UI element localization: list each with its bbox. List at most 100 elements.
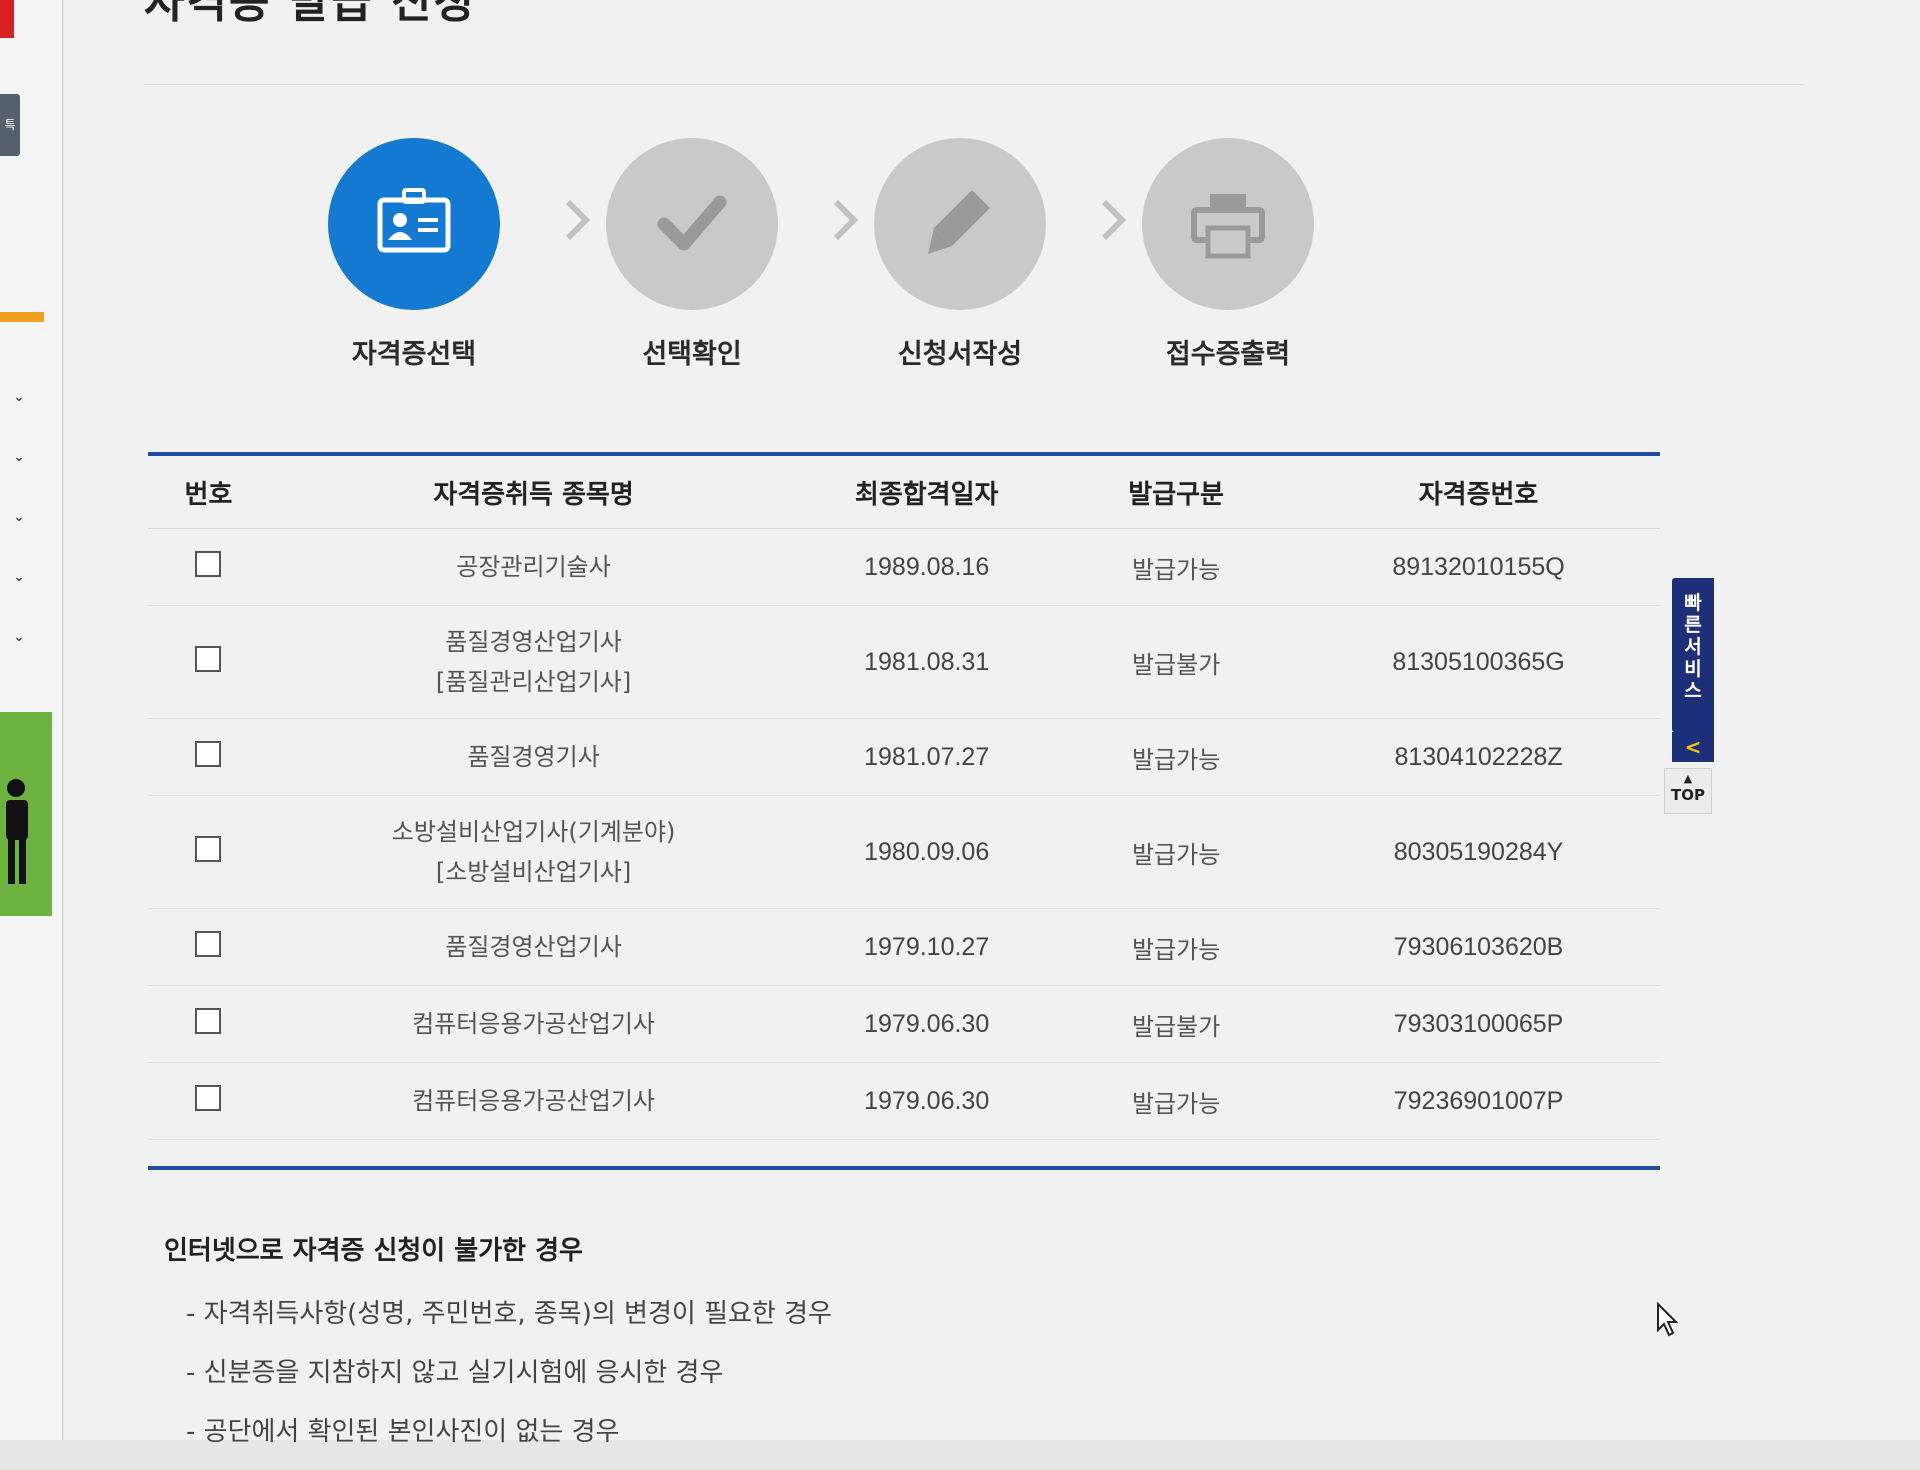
certificate-name-cell: 컴퓨터응용가공산업기사	[268, 985, 799, 1063]
certificate-number: 79236901007P	[1297, 1062, 1660, 1140]
pass-date: 1980.09.06	[798, 795, 1056, 909]
notice-item: - 신분증을 지참하지 않고 실기시험에 응시한 경우	[186, 1358, 724, 1388]
row-checkbox[interactable]	[195, 931, 222, 957]
step-circle	[328, 138, 500, 310]
row-checkbox[interactable]	[195, 836, 222, 862]
table-row: 컴퓨터응용가공산업기사 1979.06.30 발급불가 79303100065P	[148, 985, 1660, 1063]
certificate-number: 79303100065P	[1297, 985, 1660, 1063]
issue-status: 발급가능	[1055, 528, 1298, 606]
sidebar-chevron-down-icon[interactable]: ⌄	[8, 506, 30, 528]
step-print-receipt: 접수증출력	[1128, 138, 1328, 371]
table-row: 품질경영산업기사 [품질관리산업기사] 1981.08.31 발급불가 8130…	[148, 605, 1660, 719]
row-checkbox[interactable]	[195, 1008, 222, 1034]
pass-date: 1979.06.30	[798, 985, 1056, 1063]
quick-service-text: 빠른서비스	[1684, 592, 1702, 702]
step-label: 신청서작성	[897, 339, 1023, 370]
mouse-cursor-icon	[1657, 1302, 1679, 1337]
table-row: 소방설비산업기사(기계분야) [소방설비산업기사] 1980.09.06 발급가…	[148, 795, 1660, 909]
certificate-name: 컴퓨터응용가공산업기사	[412, 1010, 655, 1038]
row-checkbox[interactable]	[195, 1085, 222, 1111]
certificate-name: 품질경영기사	[467, 743, 600, 771]
check-icon	[657, 195, 727, 251]
notice-item: - 공단에서 확인된 본인사진이 없는 경우	[186, 1417, 620, 1447]
table-row: 품질경영기사 1981.07.27 발급가능 81304102228Z	[148, 718, 1660, 796]
sidebar-chevron-down-icon[interactable]: ⌄	[8, 386, 30, 408]
certificate-number: 81304102228Z	[1297, 718, 1660, 796]
certificate-name: 공장관리기술사	[456, 553, 611, 581]
issue-status: 발급불가	[1055, 605, 1298, 719]
certificate-name: 컴퓨터응용가공산업기사	[412, 1087, 655, 1115]
certificate-number: 89132010155Q	[1297, 528, 1660, 606]
page-title: 자격증 발급 신청	[144, 0, 476, 28]
top-label: TOP	[1671, 786, 1705, 804]
certificate-name-alt: [품질관리산업기사]	[435, 668, 632, 696]
certificate-name-cell: 품질경영산업기사 [품질관리산업기사]	[268, 605, 799, 719]
notice-section: 인터넷으로 자격증 신청이 불가한 경우 - 자격취득사항(성명, 주민번호, …	[164, 1230, 1564, 1470]
column-header-date: 최종합격일자	[798, 454, 1056, 529]
step-write-application: 신청서작성	[860, 138, 1060, 371]
sidebar-red-marker	[0, 0, 14, 38]
row-checkbox[interactable]	[195, 551, 222, 577]
certificate-name-alt: [소방설비산업기사]	[435, 858, 632, 886]
table-row: 공장관리기술사 1989.08.16 발급가능 89132010155Q	[148, 528, 1660, 606]
pass-date: 1981.07.27	[798, 718, 1056, 796]
step-arrow-icon	[830, 198, 860, 242]
id-card-icon	[377, 188, 451, 253]
quick-service-panel[interactable]: 빠른서비스	[1672, 578, 1714, 732]
left-sidebar: 특 ⌄ ⌄ ⌄ ⌄ ⌄	[0, 0, 63, 1440]
step-circle	[1142, 138, 1314, 310]
printer-icon	[1191, 194, 1265, 259]
certificate-number: 79306103620B	[1297, 908, 1660, 986]
sidebar-chevron-down-icon[interactable]: ⌄	[8, 446, 30, 468]
table-row: 컴퓨터응용가공산업기사 1979.06.30 발급가능 79236901007P	[148, 1062, 1660, 1140]
step-confirm-selection: 선택확인	[592, 138, 792, 371]
step-label: 선택확인	[642, 339, 742, 370]
notice-item: - 자격취득사항(성명, 주민번호, 종목)의 변경이 필요한 경우	[186, 1299, 832, 1329]
person-icon	[6, 779, 28, 884]
certificate-table: 번호 자격증취득 종목명 최종합격일자 발급구분 자격증번호 공장관리기술사 1…	[148, 452, 1660, 1170]
quick-service-label: 빠른서비스	[1672, 592, 1714, 702]
issue-status: 발급가능	[1055, 1062, 1298, 1140]
certificate-name: 품질경영산업기사	[445, 933, 622, 961]
certificate-name-cell: 소방설비산업기사(기계분야) [소방설비산업기사]	[268, 795, 799, 909]
sidebar-tab[interactable]: 특	[0, 94, 20, 156]
step-circle	[606, 138, 778, 310]
notice-title: 인터넷으로 자격증 신청이 불가한 경우	[164, 1236, 583, 1266]
sidebar-orange-bar	[0, 312, 44, 322]
step-label: 자격증선택	[351, 339, 477, 370]
sidebar-green-banner[interactable]	[0, 712, 52, 916]
table-header-row: 번호 자격증취득 종목명 최종합격일자 발급구분 자격증번호	[148, 454, 1660, 529]
step-indicator: 자격증선택 선택확인 신청서작성 접수증출력	[314, 138, 1514, 398]
quick-service-collapse-button[interactable]: <	[1672, 732, 1714, 762]
step-arrow-icon	[562, 198, 592, 242]
row-checkbox[interactable]	[195, 646, 222, 672]
column-header-status: 발급구분	[1055, 454, 1298, 529]
scroll-top-button[interactable]: ▲ TOP	[1664, 768, 1712, 814]
sidebar-chevron-down-icon[interactable]: ⌄	[8, 566, 30, 588]
certificate-number: 80305190284Y	[1297, 795, 1660, 909]
certificate-name-cell: 품질경영기사	[268, 718, 799, 796]
sidebar-chevron-down-icon[interactable]: ⌄	[8, 626, 30, 648]
certificate-number: 81305100365G	[1297, 605, 1660, 719]
title-divider	[144, 84, 1804, 85]
main-content: 자격증 발급 신청 자격증선택 선택확인 신청서작성 접수증출력 번호 자격증취…	[64, 0, 1920, 1447]
certificate-name-cell: 컴퓨터응용가공산업기사	[268, 1062, 799, 1140]
arrow-up-icon: ▲	[1683, 772, 1693, 785]
issue-status: 발급불가	[1055, 985, 1298, 1063]
row-checkbox[interactable]	[195, 741, 222, 767]
step-select-certificate: 자격증선택	[314, 138, 514, 371]
step-label: 접수증출력	[1165, 339, 1291, 370]
certificate-name: 품질경영산업기사	[445, 628, 622, 656]
step-arrow-icon	[1098, 198, 1128, 242]
pass-date: 1979.10.27	[798, 908, 1056, 986]
pass-date: 1981.08.31	[798, 605, 1056, 719]
issue-status: 발급가능	[1055, 795, 1298, 909]
certificate-name-cell: 품질경영산업기사	[268, 908, 799, 986]
table-spacer-row	[148, 1140, 1660, 1169]
column-header-name: 자격증취득 종목명	[268, 454, 799, 529]
column-header-no: 번호	[148, 454, 269, 529]
column-header-number: 자격증번호	[1297, 454, 1660, 529]
pass-date: 1979.06.30	[798, 1062, 1056, 1140]
step-circle	[874, 138, 1046, 310]
pass-date: 1989.08.16	[798, 528, 1056, 606]
